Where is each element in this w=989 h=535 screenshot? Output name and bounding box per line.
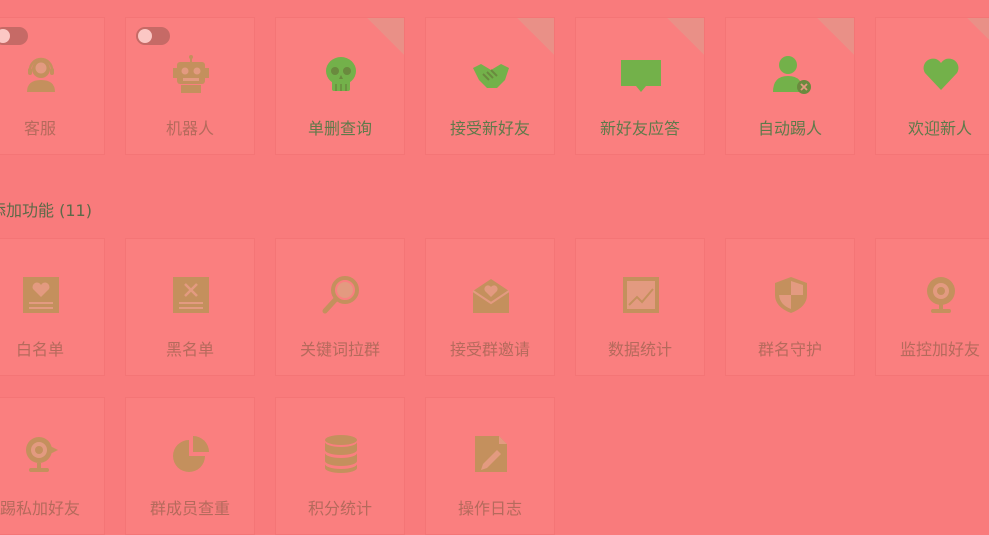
section-title: 添加功能 (11) — [0, 201, 92, 220]
magnifier-icon — [321, 275, 361, 315]
shield-icon — [771, 275, 811, 315]
corner-badge — [667, 18, 704, 55]
tile-robot[interactable]: 机器人 — [125, 17, 255, 155]
tile-customer-service[interactable]: 客服 — [0, 17, 105, 155]
corner-badge — [967, 18, 989, 55]
database-icon — [321, 434, 361, 474]
tile-label: 群成员查重 — [149, 499, 230, 518]
tile-keyword-pull-group[interactable]: 关键词拉群 — [275, 238, 405, 376]
tile-kick-private-add-friend[interactable]: 踢私加好友 — [0, 397, 105, 535]
whitelist-icon — [21, 275, 61, 315]
tile-label: 欢迎新人 — [907, 119, 972, 138]
pie-chart-icon — [171, 434, 211, 474]
document-edit-icon — [471, 434, 511, 474]
tile-welcome-new[interactable]: 欢迎新人 — [875, 17, 989, 155]
tile-label: 单删查询 — [307, 119, 372, 138]
handshake-icon — [471, 54, 511, 94]
tile-label: 新好友应答 — [599, 119, 680, 138]
robot-icon — [171, 54, 211, 94]
tile-label: 关键词拉群 — [299, 340, 380, 359]
tile-label: 积分统计 — [307, 499, 372, 518]
tile-data-statistics[interactable]: 数据统计 — [575, 238, 705, 376]
tile-label: 监控加好友 — [899, 340, 980, 359]
tile-member-dedup[interactable]: 群成员查重 — [125, 397, 255, 535]
toggle-switch[interactable] — [136, 27, 170, 45]
tile-label: 黑名单 — [165, 340, 214, 359]
chart-icon — [621, 275, 661, 315]
tile-label: 机器人 — [165, 119, 214, 138]
tile-label: 踢私加好友 — [0, 499, 80, 518]
tile-monitor-add-friend[interactable]: 监控加好友 — [875, 238, 989, 376]
chat-bubble-icon — [621, 54, 661, 94]
heart-icon — [921, 54, 961, 94]
corner-badge — [517, 18, 554, 55]
tile-label: 自动踢人 — [757, 119, 822, 138]
customer-service-icon — [21, 54, 61, 94]
webcam-icon — [921, 275, 961, 315]
tile-auto-kick[interactable]: 自动踢人 — [725, 17, 855, 155]
tile-label: 客服 — [23, 119, 56, 138]
envelope-heart-icon — [471, 275, 511, 315]
tile-points-statistics[interactable]: 积分统计 — [275, 397, 405, 535]
tile-blacklist[interactable]: 黑名单 — [125, 238, 255, 376]
tile-label: 群名守护 — [757, 340, 822, 359]
tile-label: 接受新好友 — [449, 119, 530, 138]
tile-accept-new-friend[interactable]: 接受新好友 — [425, 17, 555, 155]
tile-label: 接受群邀请 — [449, 340, 530, 359]
tile-label: 白名单 — [15, 340, 64, 359]
corner-badge — [367, 18, 404, 55]
tile-operation-log[interactable]: 操作日志 — [425, 397, 555, 535]
tile-label: 数据统计 — [607, 340, 672, 359]
toggle-switch[interactable] — [0, 27, 28, 45]
tile-single-delete-check[interactable]: 单删查询 — [275, 17, 405, 155]
user-remove-icon — [771, 54, 811, 94]
tile-whitelist[interactable]: 白名单 — [0, 238, 105, 376]
tile-accept-group-invite[interactable]: 接受群邀请 — [425, 238, 555, 376]
skull-icon — [321, 54, 361, 94]
tile-label: 操作日志 — [457, 499, 522, 518]
blacklist-icon — [171, 275, 211, 315]
corner-badge — [817, 18, 854, 55]
webcam-kick-icon — [21, 434, 61, 474]
tile-group-name-guard[interactable]: 群名守护 — [725, 238, 855, 376]
tile-new-friend-reply[interactable]: 新好友应答 — [575, 17, 705, 155]
